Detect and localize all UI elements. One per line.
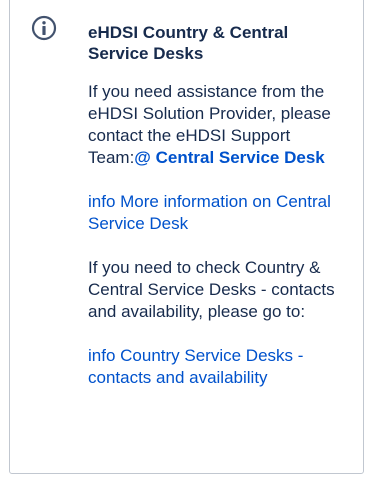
panel-title: eHDSI Country & Central Service Desks	[88, 23, 289, 63]
more-info-paragraph: info More information on Central Service…	[88, 191, 338, 235]
panel-content: eHDSI Country & Central Service Desks If…	[88, 22, 338, 411]
info-panel: eHDSI Country & Central Service Desks If…	[9, 0, 364, 474]
country-paragraph: info Country Service Desks - contacts an…	[88, 345, 338, 389]
central-service-desk-link[interactable]: @ Central Service Desk	[134, 148, 324, 167]
check-paragraph: If you need to check Country & Central S…	[88, 258, 335, 321]
support-paragraph: If you need assistance from the eHDSI So…	[88, 81, 338, 169]
country-service-desks-link[interactable]: info Country Service Desks - contacts an…	[88, 346, 303, 387]
info-icon	[31, 15, 57, 41]
more-info-link[interactable]: info More information on Central Service…	[88, 192, 331, 233]
